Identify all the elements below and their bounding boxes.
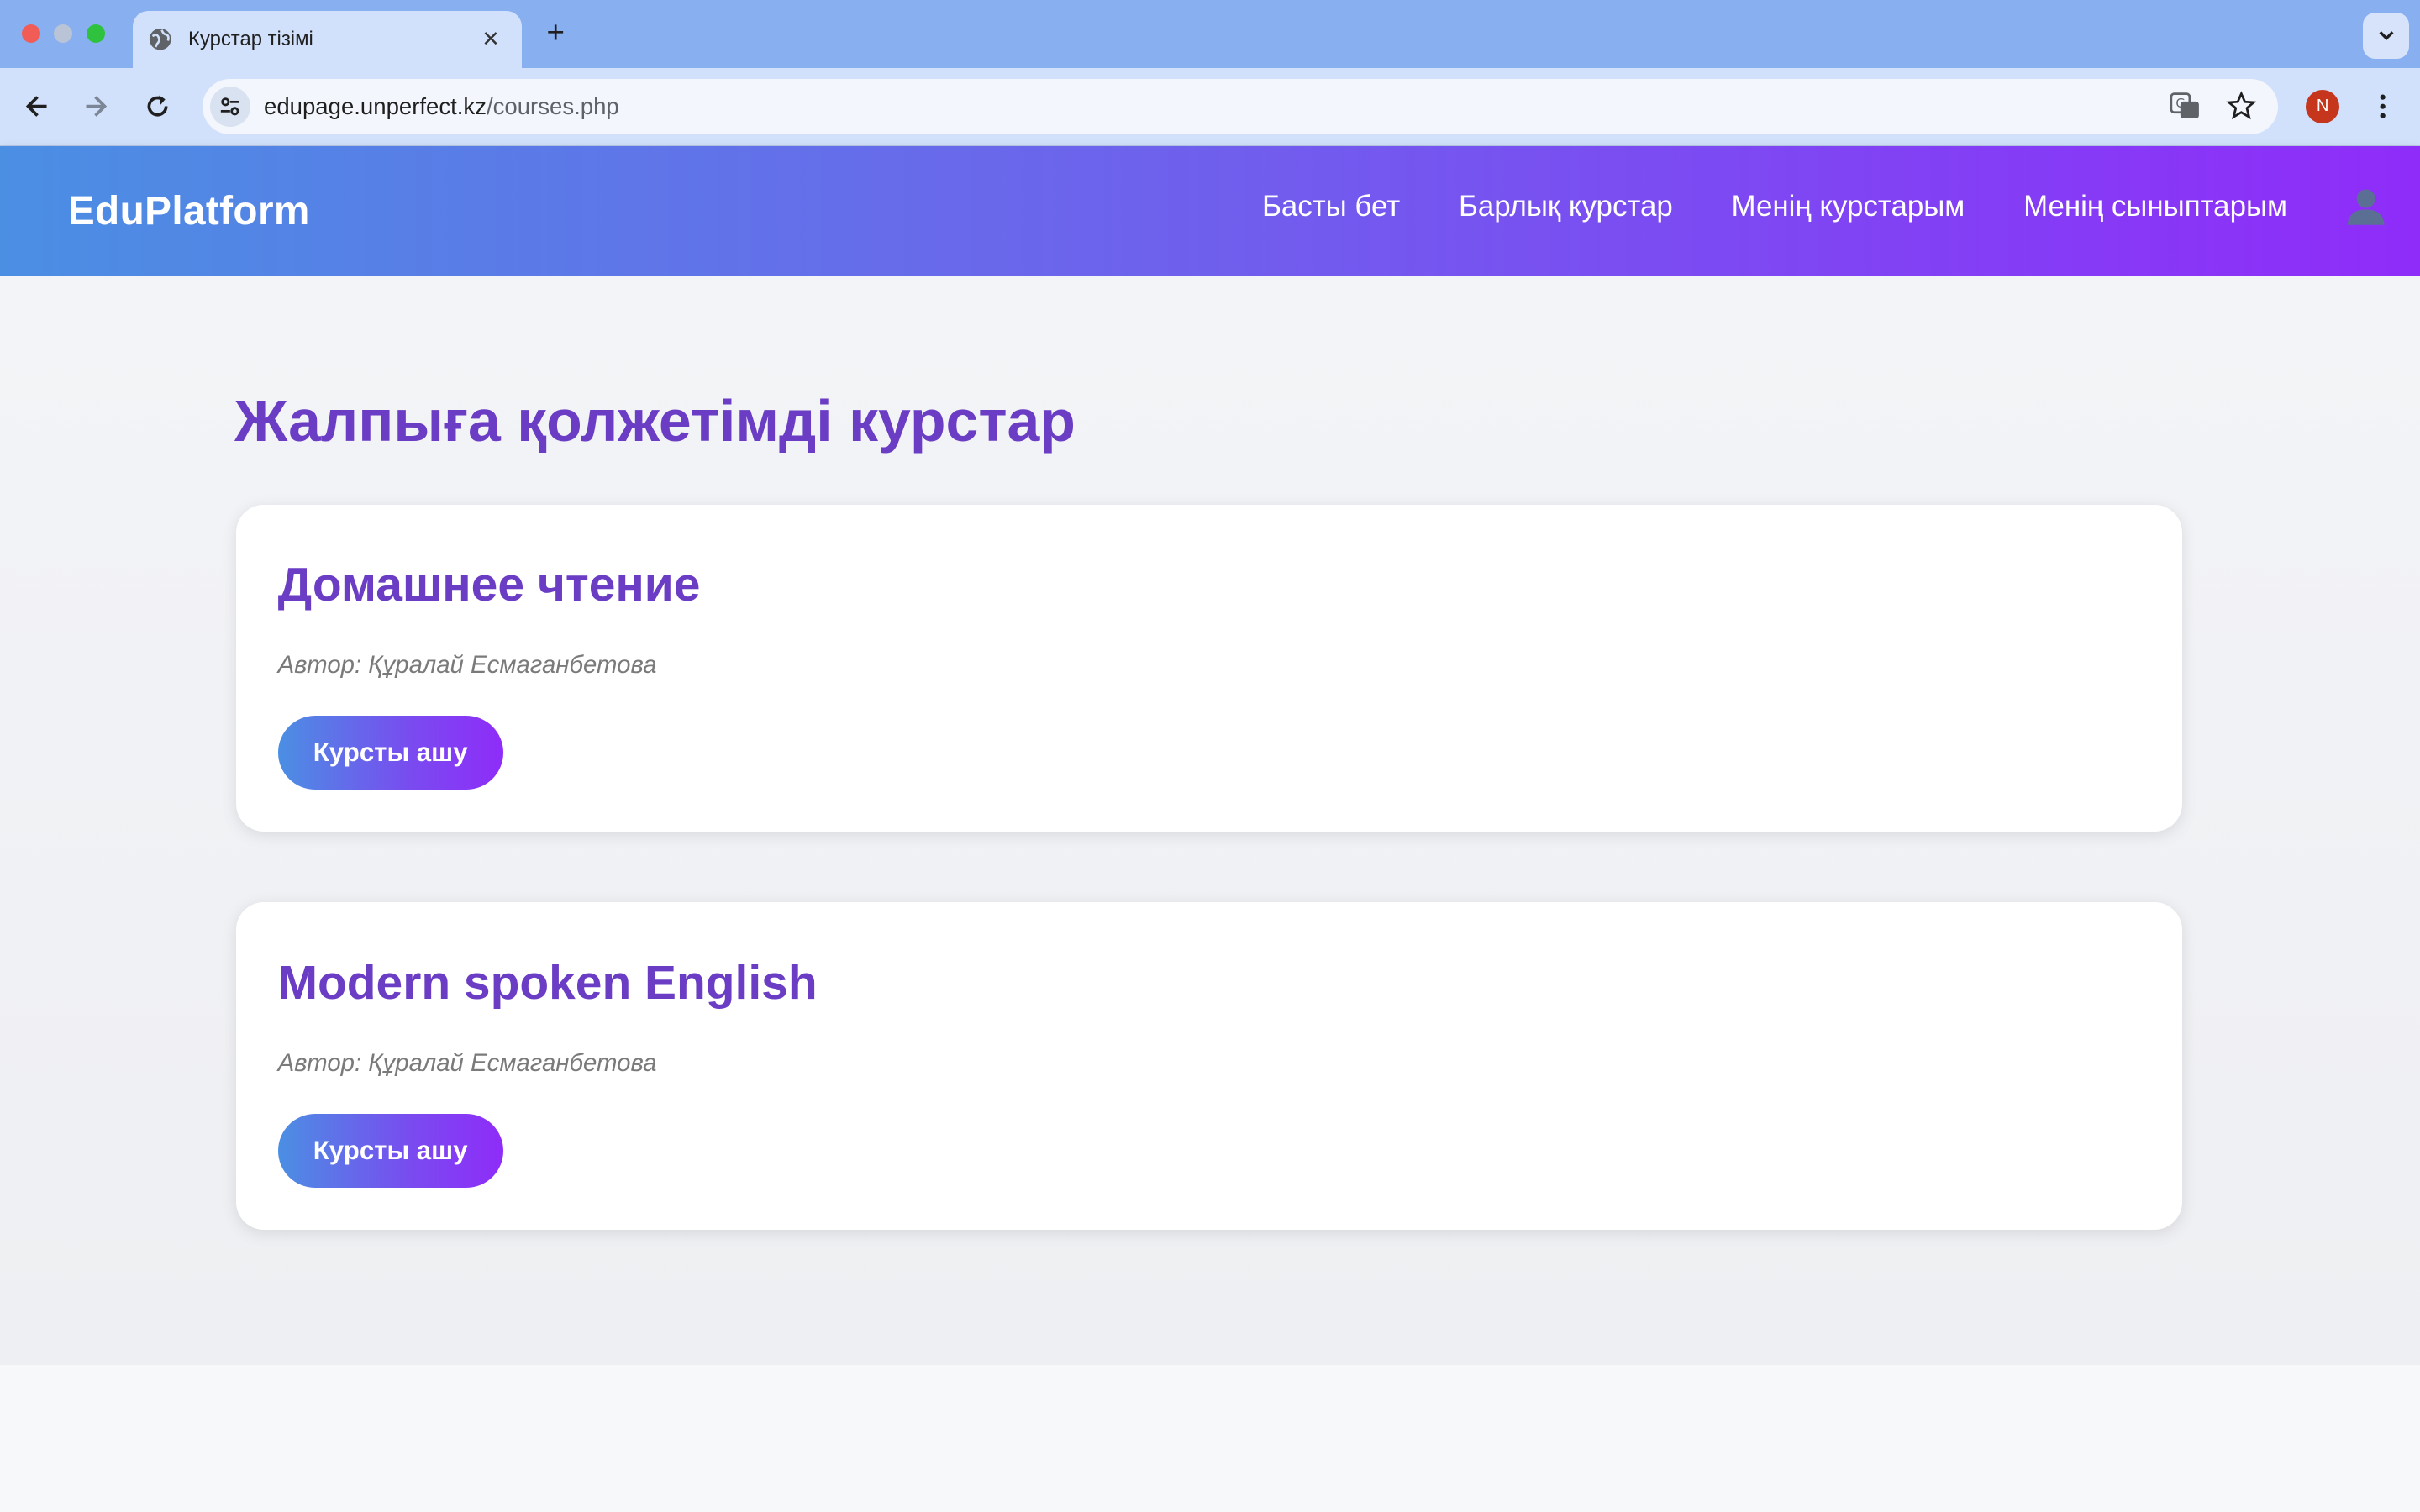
back-button[interactable] <box>18 88 55 125</box>
open-course-button[interactable]: Курсты ашу <box>277 1114 503 1189</box>
page-footer-area <box>0 1365 2420 1512</box>
minimize-window-button[interactable] <box>54 24 73 44</box>
tab-search-button[interactable] <box>2363 12 2410 59</box>
forward-button[interactable] <box>77 88 114 125</box>
user-profile-button[interactable] <box>2343 184 2389 230</box>
tab-title: Курстар тізімі <box>188 27 313 50</box>
course-author: Автор: Құралай Есмаганбетова <box>277 651 657 680</box>
nav-link-my-courses[interactable]: Менің курстарым <box>1732 190 1965 223</box>
site-info-button[interactable] <box>209 86 250 127</box>
maximize-window-button[interactable] <box>86 24 105 44</box>
close-tab-icon[interactable]: ✕ <box>476 27 507 52</box>
url-text: edupage.unperfect.kz/courses.php <box>264 93 619 120</box>
course-card: Домашнее чтение Автор: Құралай Есмаганбе… <box>236 504 2183 832</box>
arrow-right-icon <box>86 96 108 118</box>
course-title: Домашнее чтение <box>277 558 701 612</box>
site-logo[interactable]: EduPlatform <box>68 188 310 234</box>
site-header: EduPlatform Басты бет Барлық курстар Мен… <box>0 146 2420 276</box>
open-course-button[interactable]: Курсты ашу <box>277 716 503 790</box>
browser-tab[interactable]: Курстар тізімі ✕ <box>132 10 522 68</box>
reload-button[interactable] <box>139 88 176 125</box>
new-tab-button[interactable]: + <box>540 15 571 50</box>
browser-tabbar: Курстар тізімі ✕ + <box>0 0 2420 68</box>
svg-text:G: G <box>2176 97 2186 112</box>
globe-icon <box>150 28 171 50</box>
translate-icon[interactable]: G <box>2170 91 2201 122</box>
profile-avatar[interactable]: N <box>2306 89 2340 123</box>
main-content: Жалпыға қолжетімді курстар Домашнее чтен… <box>0 276 2420 1366</box>
chevron-down-icon <box>2379 31 2394 41</box>
close-window-button[interactable] <box>21 24 40 44</box>
window-controls <box>21 24 105 44</box>
nav-link-all-courses[interactable]: Барлық курстар <box>1459 190 1673 223</box>
browser-menu-button[interactable] <box>2370 88 2395 125</box>
tune-icon <box>220 97 239 116</box>
more-vert-icon <box>2380 94 2386 118</box>
url-domain: edupage.unperfect.kz <box>264 92 487 119</box>
browser-toolbar: edupage.unperfect.kz/courses.php G N <box>0 67 2420 147</box>
address-bar-actions: G <box>2170 91 2257 122</box>
nav-link-home[interactable]: Басты бет <box>1262 190 1400 223</box>
course-author: Автор: Құралай Есмаганбетова <box>277 1048 657 1077</box>
star-icon[interactable] <box>2225 91 2257 122</box>
url-path: /courses.php <box>486 92 619 119</box>
main-nav: Басты бет Барлық курстар Менің курстарым… <box>1203 184 2389 230</box>
reload-icon <box>147 95 168 117</box>
user-icon <box>2347 189 2385 226</box>
course-card: Modern spoken English Автор: Құралай Есм… <box>236 902 2183 1230</box>
arrow-left-icon <box>25 96 47 118</box>
address-bar[interactable]: edupage.unperfect.kz/courses.php G <box>202 78 2278 134</box>
page-title: Жалпыға қолжетімді курстар <box>234 387 1076 454</box>
nav-link-my-classes[interactable]: Менің сыныптарым <box>2023 190 2287 223</box>
course-title: Modern spoken English <box>277 955 818 1010</box>
